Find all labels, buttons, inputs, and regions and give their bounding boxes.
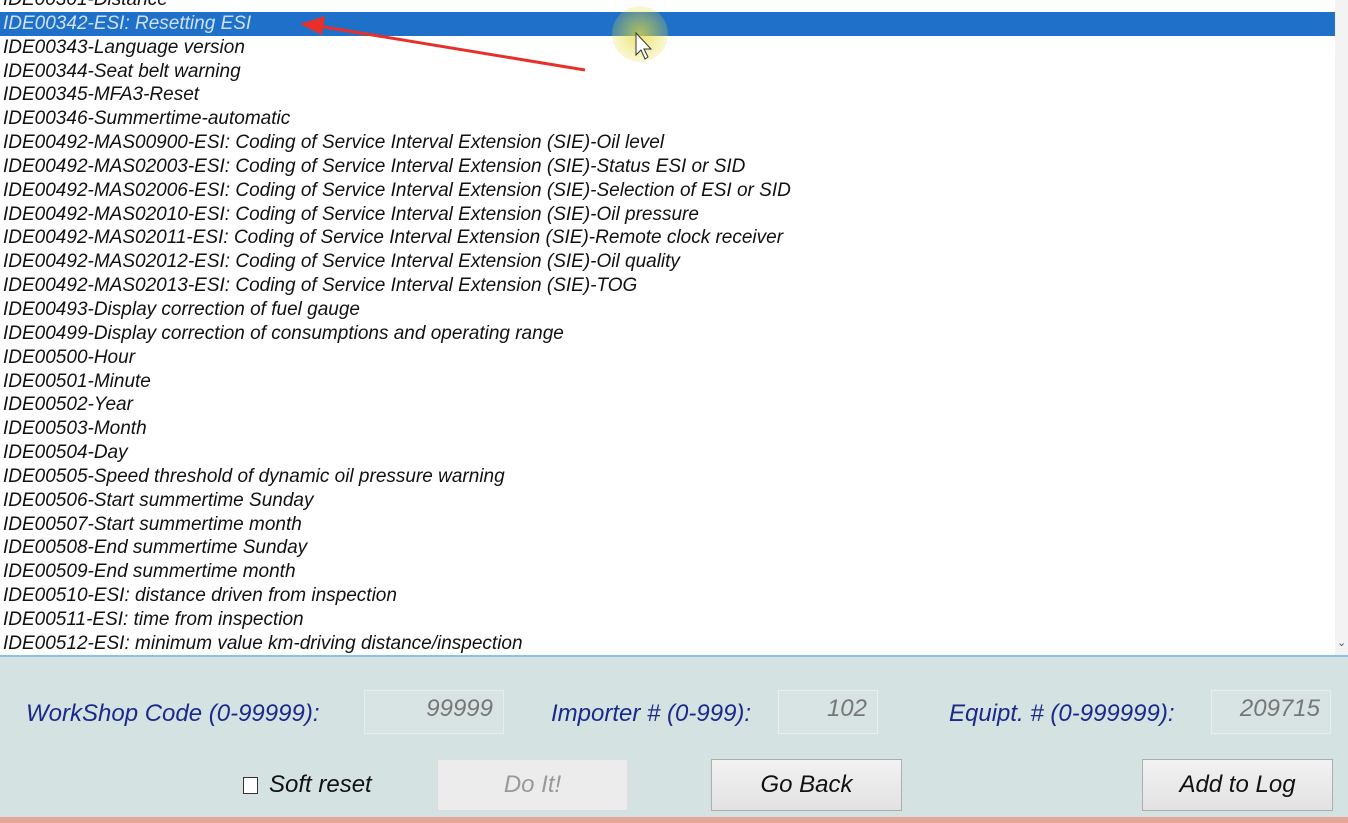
list-item[interactable]: IDE00502-Year <box>0 393 1335 417</box>
list-item[interactable]: IDE00493-Display correction of fuel gaug… <box>0 298 1335 322</box>
do-it-button[interactable]: Do It! <box>437 759 628 811</box>
list-item[interactable]: IDE00492-MAS02011-ESI: Coding of Service… <box>0 226 1335 250</box>
equipt-label: Equipt. # (0-999999): <box>949 700 1175 727</box>
list-item[interactable]: IDE00506-Start summertime Sunday <box>0 489 1335 513</box>
importer-field[interactable]: 102 <box>778 690 878 734</box>
list-item[interactable]: IDE00507-Start summertime month <box>0 513 1335 537</box>
list-item[interactable]: IDE00492-MAS02013-ESI: Coding of Service… <box>0 274 1335 298</box>
scroll-down-arrow-icon[interactable]: ⌄ <box>1337 636 1346 649</box>
list-item[interactable]: IDE00503-Month <box>0 417 1335 441</box>
list-item[interactable]: IDE00499-Display correction of consumpti… <box>0 322 1335 346</box>
list-item[interactable]: IDE00492-MAS00900-ESI: Coding of Service… <box>0 131 1335 155</box>
divider <box>0 655 1348 657</box>
list-item[interactable]: IDE00509-End summertime month <box>0 560 1335 584</box>
list-items: IDE00301-DistanceIDE00342-ESI: Resetting… <box>0 0 1335 655</box>
equipt-field[interactable]: 209715 <box>1211 690 1331 734</box>
workshop-code-field[interactable]: 99999 <box>364 690 504 734</box>
list-item[interactable]: IDE00510-ESI: distance driven from inspe… <box>0 584 1335 608</box>
list-item[interactable]: IDE00346-Summertime-automatic <box>0 107 1335 131</box>
annotation-arrow-icon <box>300 16 653 72</box>
soft-reset-checkbox[interactable] <box>243 777 258 794</box>
workshop-code-label: WorkShop Code (0-99999): <box>26 700 320 727</box>
list-item[interactable]: IDE00504-Day <box>0 441 1335 465</box>
adaptation-channel-list[interactable]: IDE00301-DistanceIDE00342-ESI: Resetting… <box>0 0 1335 655</box>
add-to-log-button[interactable]: Add to Log <box>1142 759 1333 811</box>
vertical-scrollbar[interactable] <box>1335 0 1348 655</box>
list-item[interactable]: IDE00492-MAS02003-ESI: Coding of Service… <box>0 155 1335 179</box>
list-item[interactable]: IDE00492-MAS02012-ESI: Coding of Service… <box>0 250 1335 274</box>
list-item[interactable]: IDE00512-ESI: minimum value km-driving d… <box>0 632 1335 655</box>
list-item[interactable]: IDE00345-MFA3-Reset <box>0 83 1335 107</box>
list-item[interactable]: IDE00500-Hour <box>0 346 1335 370</box>
list-item[interactable]: IDE00508-End summertime Sunday <box>0 536 1335 560</box>
list-item[interactable]: IDE00492-MAS02006-ESI: Coding of Service… <box>0 179 1335 203</box>
soft-reset-label: Soft reset <box>269 771 372 798</box>
list-item[interactable]: IDE00511-ESI: time from inspection <box>0 608 1335 632</box>
go-back-button[interactable]: Go Back <box>711 759 902 811</box>
importer-label: Importer # (0-999): <box>551 700 752 727</box>
list-item[interactable]: IDE00492-MAS02010-ESI: Coding of Service… <box>0 203 1335 227</box>
window-border <box>0 817 1348 823</box>
list-item[interactable]: IDE00501-Minute <box>0 370 1335 394</box>
list-item[interactable]: IDE00505-Speed threshold of dynamic oil … <box>0 465 1335 489</box>
